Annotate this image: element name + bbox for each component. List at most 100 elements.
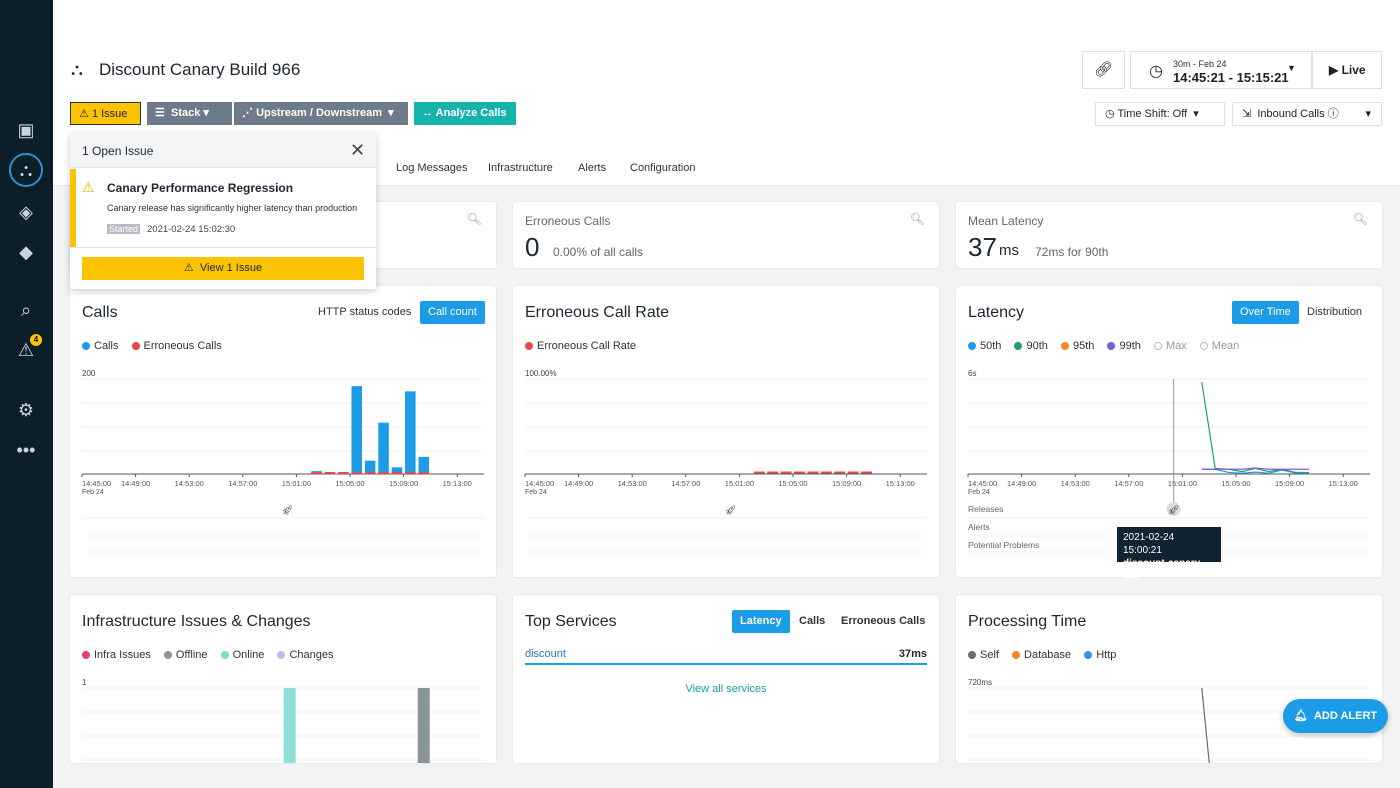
legend-item[interactable]: Calls xyxy=(82,340,118,352)
legend-item[interactable]: Self xyxy=(968,649,999,661)
stack-icon: ☰ xyxy=(155,107,165,119)
x-tick-label: 14:57:00 xyxy=(228,479,257,488)
legend-item[interactable]: Max xyxy=(1153,340,1187,352)
erroneous-bar xyxy=(324,472,336,474)
more-icon[interactable]: ••• xyxy=(12,436,40,464)
legend-item[interactable]: 99th xyxy=(1107,340,1141,352)
legend-item[interactable]: 95th xyxy=(1060,340,1094,352)
processing-time-card: Processing Time Self Database Http 720ms xyxy=(956,595,1382,763)
x-tick-label: 14:49:00 xyxy=(121,479,150,488)
topology-icon: ⋰ xyxy=(242,107,253,119)
x-tick-label: 15:05:00 xyxy=(335,479,364,488)
latency-tab[interactable]: Latency xyxy=(732,610,790,633)
mean-latency-card: Mean Latency 37 ms 72ms for 90th 🔍︎ xyxy=(956,202,1382,268)
inbound-calls-dropdown[interactable]: ⇲ Inbound Calls ⓘ ▾ xyxy=(1232,102,1382,126)
settings-icon[interactable]: ⚙ xyxy=(12,396,40,424)
zoom-icon[interactable]: 🔍︎ xyxy=(1353,212,1368,226)
service-row[interactable]: discount 37ms xyxy=(525,648,927,665)
legend-item[interactable]: Erroneous Call Rate xyxy=(525,340,636,352)
over-time-toggle[interactable]: Over Time xyxy=(1232,301,1299,324)
x-tick-label: 15:09:00 xyxy=(389,479,418,488)
legend-item[interactable]: Online xyxy=(220,649,264,661)
tab-infrastructure[interactable]: Infrastructure xyxy=(488,162,553,174)
legend-item[interactable]: 90th xyxy=(1014,340,1048,352)
service-name[interactable]: discount xyxy=(525,648,566,660)
started-badge: Started xyxy=(107,224,141,234)
infrastructure-card: Infrastructure Issues & Changes Infra Is… xyxy=(70,595,496,763)
x-tick-label: 15:01:00 xyxy=(725,479,754,488)
tab-log-messages[interactable]: Log Messages xyxy=(396,162,468,174)
x-tick-label: 15:13:00 xyxy=(1329,479,1358,488)
inbound-icon: ⇲ xyxy=(1242,108,1252,120)
tab-alerts[interactable]: Alerts xyxy=(578,162,606,174)
x-axis-date: Feb 24 xyxy=(968,489,990,496)
legend-item[interactable]: Database xyxy=(1012,649,1071,661)
error-rate-mark xyxy=(753,471,765,474)
application-icon[interactable]: ⛬ xyxy=(9,153,43,187)
x-tick-label: 14:45:00 xyxy=(525,479,554,488)
open-issue-popup: 1 Open Issue ✕ ⚠ Canary Performance Regr… xyxy=(70,133,376,289)
live-button[interactable]: ▶ Live xyxy=(1312,51,1382,89)
infra-bar xyxy=(417,688,430,763)
clock-icon: ◷ xyxy=(1105,108,1115,120)
error-rate-mark xyxy=(780,471,792,474)
legend: 50th 90th 95th 99th Max Mean xyxy=(968,340,1249,352)
lane-label: Releases xyxy=(968,504,1003,514)
x-tick-label: 15:09:00 xyxy=(832,479,861,488)
erroneous-calls-tab[interactable]: Erroneous Calls xyxy=(833,610,933,633)
issue-title[interactable]: Canary Performance Regression xyxy=(107,181,293,195)
platforms-icon[interactable]: ◆ xyxy=(12,238,40,266)
events-badge: 4 xyxy=(30,334,42,346)
legend-item[interactable]: 50th xyxy=(968,340,1001,352)
rocket-icon: 🚀︎ xyxy=(1168,505,1179,515)
time-range-picker[interactable]: ◷ 30m - Feb 24 14:45:21 - 15:15:21 ▼ xyxy=(1130,51,1312,89)
calls-card: Calls HTTP status codes Call count Calls… xyxy=(70,286,496,577)
erroneous-call-rate-chart: 100.00% 14:45:00 14:49:00 14:53:00 14:57:00 1… xyxy=(524,369,927,553)
zoom-icon[interactable]: 🔍︎ xyxy=(467,212,482,226)
call-count-toggle[interactable]: Call count xyxy=(420,301,485,324)
x-tick-label: 15:05:00 xyxy=(778,479,807,488)
legend-item[interactable]: Erroneous Calls xyxy=(131,340,222,352)
legend: Infra Issues Offline Online Changes xyxy=(82,649,343,661)
legend-item[interactable]: Offline xyxy=(163,649,208,661)
infrastructure-chart: 1 xyxy=(82,678,484,763)
legend-item[interactable]: Infra Issues xyxy=(82,649,151,661)
close-icon[interactable]: ✕ xyxy=(350,140,365,161)
legend-item[interactable]: Changes xyxy=(277,649,333,661)
erroneous-bar xyxy=(364,472,376,474)
lane-label: Alerts xyxy=(968,522,990,532)
x-tick-label: 14:57:00 xyxy=(1114,479,1143,488)
erroneous-bar xyxy=(338,472,349,474)
legend-item[interactable]: Http xyxy=(1084,649,1116,661)
analytics-icon[interactable]: ⌕ xyxy=(12,296,40,324)
x-tick-label: 14:53:00 xyxy=(1061,479,1090,488)
y-axis-label: 1 xyxy=(82,678,87,687)
clock-icon: ◷ xyxy=(1149,63,1163,80)
tab-configuration[interactable]: Configuration xyxy=(630,162,695,174)
chevron-down-icon: ▼ xyxy=(1287,63,1296,73)
time-shift-dropdown[interactable]: ◷ Time Shift: Off ▾ xyxy=(1095,102,1225,126)
upstream-downstream-button[interactable]: ⋰ Upstream / Downstream ▾ xyxy=(234,102,408,125)
distribution-toggle[interactable]: Distribution xyxy=(1299,301,1370,324)
analyze-calls-button[interactable]: ↔ Analyze Calls xyxy=(414,102,516,125)
sidebar: ▣ ⛬ ◈ ◆ ⌕ ⚠ 4 ⚙ ••• xyxy=(0,0,53,788)
issue-button[interactable]: ⚠ 1 Issue xyxy=(70,102,141,125)
erroneous-bar xyxy=(418,472,429,474)
link-button[interactable]: 🔗︎ xyxy=(1082,51,1125,89)
zoom-icon[interactable]: 🔍︎ xyxy=(910,212,925,226)
dashboard-icon[interactable]: ▣ xyxy=(12,116,40,144)
calls-bar xyxy=(378,422,389,474)
add-alert-button[interactable]: 🔔︎ ADD ALERT xyxy=(1283,699,1388,733)
analyze-icon: ↔ xyxy=(422,107,433,119)
http-status-codes-toggle[interactable]: HTTP status codes xyxy=(310,301,419,324)
calls-tab[interactable]: Calls xyxy=(791,610,833,633)
x-axis-date: Feb 24 xyxy=(82,489,104,496)
legend-item[interactable]: Mean xyxy=(1199,340,1239,352)
view-issue-button[interactable]: ⚠ View 1 Issue xyxy=(82,257,364,280)
error-rate-mark xyxy=(767,471,779,474)
x-tick-label: 15:13:00 xyxy=(443,479,472,488)
stack-button[interactable]: ☰ Stack ▾ xyxy=(147,102,232,125)
calls-bar xyxy=(351,386,362,474)
view-all-services-link[interactable]: View all services xyxy=(513,683,939,695)
infrastructure-icon[interactable]: ◈ xyxy=(12,198,40,226)
